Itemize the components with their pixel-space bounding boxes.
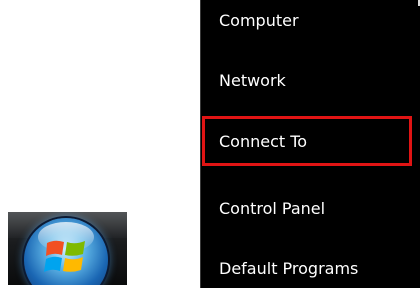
menu-item-label: Default Programs [219,259,359,278]
highlight-annotation-box [202,116,412,166]
menu-item-default-programs[interactable]: Default Programs [201,252,411,288]
menu-item-control-panel[interactable]: Control Panel [201,192,411,228]
menu-item-label: Network [219,71,286,90]
menu-item-label: Control Panel [219,199,326,218]
menu-item-computer[interactable]: Computer [201,4,411,40]
menu-item-label: Computer [219,11,299,30]
corner-artifact [411,0,420,6]
windows-logo-icon [44,240,85,272]
taskbar [8,212,127,285]
menu-item-network[interactable]: Network [201,64,411,100]
